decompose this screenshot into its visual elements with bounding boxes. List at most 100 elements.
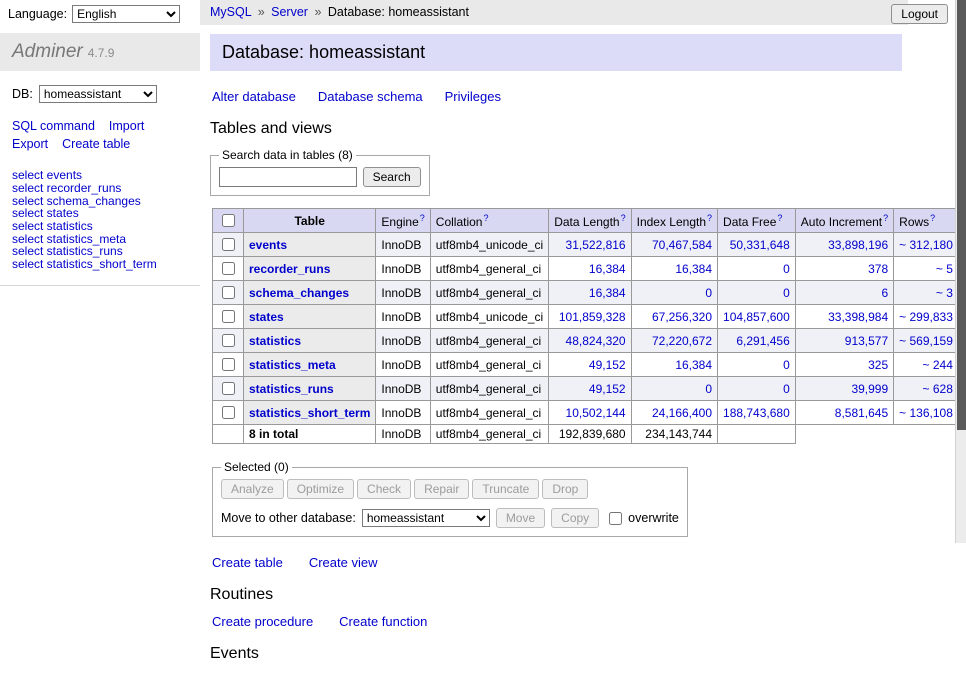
- check-button[interactable]: Check: [357, 479, 411, 499]
- row-checkbox[interactable]: [222, 310, 235, 323]
- help-link[interactable]: ?: [483, 213, 488, 223]
- rows-count-link[interactable]: ~ 244: [923, 358, 953, 372]
- row-checkbox-cell: [213, 401, 244, 425]
- rows-count-link[interactable]: ~ 299,833: [899, 310, 953, 324]
- table-link[interactable]: schema_changes: [249, 286, 349, 300]
- rows-count-cell: ~ 299,833: [894, 305, 959, 329]
- auto-increment-cell: 6: [795, 281, 893, 305]
- rows-count-link[interactable]: ~ 3: [936, 286, 953, 300]
- row-checkbox[interactable]: [222, 334, 235, 347]
- import-link[interactable]: Import: [109, 119, 144, 133]
- breadcrumb-link-server[interactable]: Server: [271, 5, 308, 19]
- index-length-cell: 67,256,320: [631, 305, 717, 329]
- analyze-button[interactable]: Analyze: [221, 479, 284, 499]
- sidebar-table-link[interactable]: select statistics_short_term: [12, 258, 188, 271]
- export-link[interactable]: Export: [12, 137, 48, 151]
- table-link[interactable]: events: [249, 238, 287, 252]
- table-name-cell: schema_changes: [244, 281, 376, 305]
- help-link[interactable]: ?: [883, 213, 888, 223]
- row-checkbox[interactable]: [222, 382, 235, 395]
- rows-count-link[interactable]: ~ 569,159: [899, 334, 953, 348]
- table-link[interactable]: states: [249, 310, 284, 324]
- engine-cell: InnoDB: [376, 329, 430, 353]
- rows-count-link[interactable]: ~ 628: [923, 382, 953, 396]
- db-nav-link[interactable]: Database schema: [318, 89, 423, 104]
- auto-increment-cell: 325: [795, 353, 893, 377]
- rows-count-link[interactable]: ~ 136,108: [899, 406, 953, 420]
- search-button[interactable]: Search: [363, 167, 421, 187]
- repair-button[interactable]: Repair: [414, 479, 469, 499]
- row-checkbox[interactable]: [222, 358, 235, 371]
- data-length-cell: 48,824,320: [549, 329, 631, 353]
- overwrite-checkbox[interactable]: [609, 512, 622, 525]
- move-button[interactable]: Move: [496, 508, 545, 528]
- breadcrumb: MySQL » Server » Database: homeassistant: [200, 0, 908, 25]
- sidebar-table-link[interactable]: select statistics: [12, 220, 188, 233]
- help-link[interactable]: ?: [930, 213, 935, 223]
- logout-button[interactable]: Logout: [891, 4, 948, 24]
- table-row: statistics_metaInnoDButf8mb4_general_ci4…: [213, 353, 966, 377]
- table-link[interactable]: statistics_runs: [249, 382, 334, 396]
- table-link[interactable]: recorder_runs: [249, 262, 330, 276]
- sidebar-table-link[interactable]: select recorder_runs: [12, 182, 188, 195]
- move-row: Move to other database: homeassistant Mo…: [221, 508, 679, 528]
- app-name: Adminer: [12, 41, 83, 62]
- scrollbar-thumb[interactable]: [957, 0, 966, 430]
- scrollbar[interactable]: [955, 0, 966, 543]
- db-select[interactable]: homeassistant: [39, 85, 157, 103]
- table-row: schema_changesInnoDButf8mb4_general_ci16…: [213, 281, 966, 305]
- routine-link[interactable]: Create function: [339, 614, 427, 629]
- language-select[interactable]: English: [72, 5, 180, 23]
- routine-link[interactable]: Create procedure: [212, 614, 313, 629]
- rows-count-cell: ~ 5: [894, 257, 959, 281]
- create-link[interactable]: Create view: [309, 555, 378, 570]
- truncate-button[interactable]: Truncate: [472, 479, 539, 499]
- table-link[interactable]: statistics_meta: [249, 358, 336, 372]
- rows-count-link[interactable]: ~ 5: [936, 262, 953, 276]
- auto-increment-cell: 8,581,645: [795, 401, 893, 425]
- index-length-cell: 70,467,584: [631, 233, 717, 257]
- table-row: eventsInnoDButf8mb4_unicode_ci31,522,816…: [213, 233, 966, 257]
- auto-increment-cell: 33,398,984: [795, 305, 893, 329]
- breadcrumb-link-mysql[interactable]: MySQL: [210, 5, 251, 19]
- data-free-cell: 0: [718, 257, 796, 281]
- move-db-select[interactable]: homeassistant: [362, 509, 490, 527]
- db-nav-link[interactable]: Alter database: [212, 89, 296, 104]
- total-engine-cell: InnoDB: [376, 425, 430, 444]
- row-checkbox-cell: [213, 257, 244, 281]
- selected-fieldset: Selected (0) AnalyzeOptimizeCheckRepairT…: [212, 460, 688, 537]
- rows-count-cell: ~ 3: [894, 281, 959, 305]
- search-input[interactable]: [219, 167, 357, 187]
- table-name-cell: statistics: [244, 329, 376, 353]
- rows-count-link[interactable]: ~ 312,180: [899, 238, 953, 252]
- column-header: Rows?: [894, 209, 959, 233]
- help-link[interactable]: ?: [777, 213, 782, 223]
- routines-heading: Routines: [210, 586, 902, 604]
- row-checkbox[interactable]: [222, 406, 235, 419]
- copy-button[interactable]: Copy: [551, 508, 599, 528]
- db-nav-link[interactable]: Privileges: [445, 89, 501, 104]
- sql-command-link[interactable]: SQL command: [12, 119, 95, 133]
- table-row: statesInnoDButf8mb4_unicode_ci101,859,32…: [213, 305, 966, 329]
- rows-count-cell: ~ 628: [894, 377, 959, 401]
- breadcrumb-separator: »: [258, 5, 265, 19]
- create-link[interactable]: Create table: [212, 555, 283, 570]
- create-table-link-sidebar[interactable]: Create table: [62, 137, 130, 151]
- collation-cell: utf8mb4_general_ci: [430, 329, 548, 353]
- engine-cell: InnoDB: [376, 401, 430, 425]
- check-all-checkbox[interactable]: [222, 214, 235, 227]
- help-link[interactable]: ?: [707, 213, 712, 223]
- help-link[interactable]: ?: [621, 213, 626, 223]
- row-checkbox[interactable]: [222, 286, 235, 299]
- optimize-button[interactable]: Optimize: [287, 479, 354, 499]
- drop-button[interactable]: Drop: [542, 479, 588, 499]
- collation-cell: utf8mb4_general_ci: [430, 281, 548, 305]
- total-row: 8 in totalInnoDButf8mb4_general_ci192,83…: [213, 425, 966, 444]
- row-checkbox[interactable]: [222, 238, 235, 251]
- table-link[interactable]: statistics: [249, 334, 301, 348]
- row-checkbox[interactable]: [222, 262, 235, 275]
- db-selector-row: DB: homeassistant: [0, 71, 200, 103]
- table-link[interactable]: statistics_short_term: [249, 406, 370, 420]
- help-link[interactable]: ?: [420, 213, 425, 223]
- breadcrumb-separator: »: [314, 5, 321, 19]
